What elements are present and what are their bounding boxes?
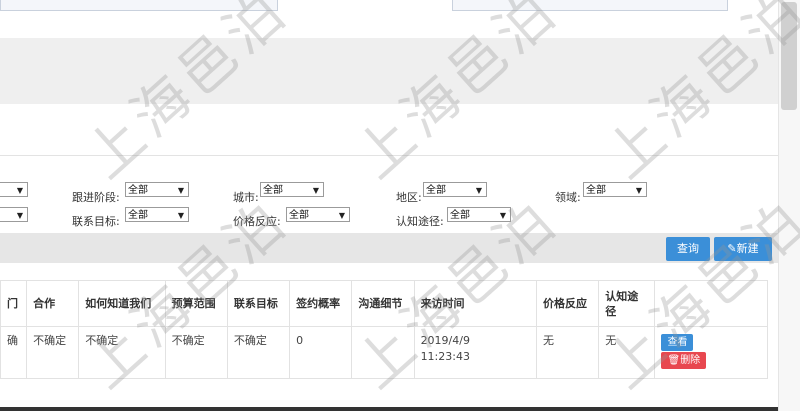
cell-how-know: 不确定 — [78, 326, 166, 379]
stage-label: 跟进阶段: — [72, 191, 120, 204]
field-select[interactable]: 全部 ▼ — [583, 182, 647, 197]
new-button[interactable]: ✎新建 — [714, 237, 772, 261]
contact-target-select[interactable]: 全部 ▼ — [125, 207, 189, 222]
table-header-row: 门 合作 如何知道我们 预算范围 联系目标 签约概率 沟通细节 来访时间 价格反… — [0, 280, 768, 327]
header-price-response: 价格反应 — [536, 280, 600, 327]
table-row: 确 不确定 不确定 不确定 不确定 0 2019/4/9 11:23:43 无 … — [0, 326, 768, 379]
records-table: 门 合作 如何知道我们 预算范围 联系目标 签约概率 沟通细节 来访时间 价格反… — [0, 280, 768, 379]
bottom-border — [0, 407, 778, 411]
awareness-label: 认知途径: — [396, 215, 444, 228]
scrollbar-thumb[interactable] — [781, 2, 797, 110]
cell-contact-target: 不确定 — [226, 326, 291, 379]
header-budget: 预算范围 — [164, 280, 228, 327]
city-select[interactable]: 全部 ▼ — [260, 182, 324, 197]
top-left-box — [0, 0, 278, 11]
field-label: 领域: — [555, 191, 581, 204]
header-dept: 门 — [0, 280, 28, 327]
cell-actions: 查看 🗑删除 — [654, 326, 768, 379]
header-communication: 沟通细节 — [351, 280, 415, 327]
header-awareness: 认知途径 — [598, 280, 656, 327]
toolbar: 查询 ✎新建 — [0, 233, 778, 263]
visit-date: 2019/4/9 — [420, 334, 470, 347]
header-how-know: 如何知道我们 — [78, 280, 166, 327]
cell-communication — [351, 326, 415, 379]
region-select[interactable]: 全部 ▼ — [423, 182, 487, 197]
pencil-icon: ✎ — [727, 242, 737, 255]
cell-cooperation: 不确定 — [26, 326, 80, 379]
cell-budget: 不确定 — [164, 326, 228, 379]
query-button[interactable]: 查询 — [666, 237, 710, 261]
cell-price-response: 无 — [536, 326, 600, 379]
contact-target-label: 联系目标: — [72, 215, 120, 228]
header-visit-time: 来访时间 — [413, 280, 538, 327]
delete-button[interactable]: 🗑删除 — [661, 352, 707, 369]
stage-select[interactable]: 全部 ▼ — [125, 182, 189, 197]
city-label: 城市: — [233, 191, 259, 204]
header-sign-probability: 签约概率 — [289, 280, 353, 327]
header-cooperation: 合作 — [26, 280, 80, 327]
header-contact-target: 联系目标 — [226, 280, 291, 327]
cell-dept: 确 — [0, 326, 28, 379]
top-right-box — [452, 0, 728, 11]
trash-icon: 🗑 — [667, 355, 681, 366]
new-button-label: 新建 — [736, 242, 759, 255]
price-response-label: 价格反应: — [233, 215, 281, 228]
filter-panel: ▼ ▼ 跟进阶段: 全部 ▼ 联系目标: 全部 ▼ 城市: 全部 ▼ 价格反应: 全部… — [0, 155, 778, 234]
left-select-2[interactable]: ▼ — [0, 207, 28, 222]
awareness-select[interactable]: 全部 ▼ — [447, 207, 511, 222]
cell-sign-probability: 0 — [289, 326, 353, 379]
header-actions — [654, 280, 768, 327]
delete-button-label: 删除 — [680, 355, 701, 366]
visit-clock: 11:23:43 — [420, 350, 470, 363]
header-band — [0, 38, 778, 104]
region-label: 地区: — [396, 191, 422, 204]
left-select-1[interactable]: ▼ — [0, 182, 28, 197]
cell-awareness: 无 — [598, 326, 656, 379]
view-button[interactable]: 查看 — [661, 334, 694, 351]
price-response-select[interactable]: 全部 ▼ — [286, 207, 350, 222]
cell-visit-time: 2019/4/9 11:23:43 — [413, 326, 538, 379]
